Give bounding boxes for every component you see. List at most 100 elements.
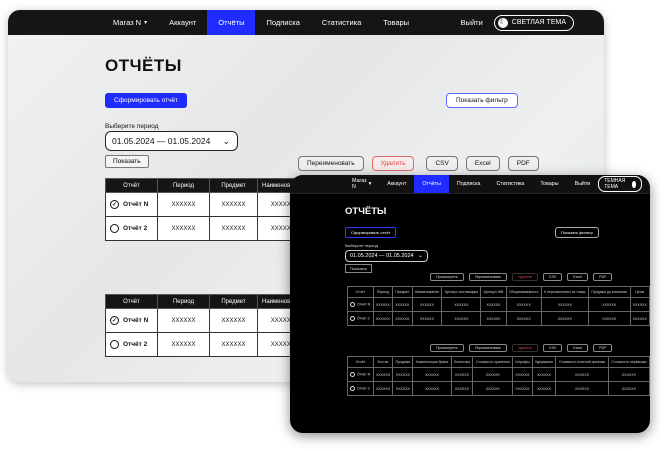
theme-toggle[interactable]: ☾ СВЕТЛАЯ ТЕМА bbox=[493, 14, 574, 31]
table-cell: XXXXXX bbox=[505, 311, 542, 326]
nav-account[interactable]: Аккаунт bbox=[158, 10, 207, 35]
report-name-cell[interactable]: Отчёт 2 bbox=[347, 381, 374, 396]
report-name-cell[interactable]: ✓ Отчёт N bbox=[105, 192, 158, 217]
checkmark-icon[interactable]: ✓ bbox=[110, 200, 119, 209]
table-cell: XXXXXX bbox=[392, 381, 414, 396]
rename-button[interactable]: Переименовать bbox=[298, 156, 364, 171]
checkmark-icon[interactable] bbox=[350, 302, 355, 307]
table-header-row: Отчёт Период Предмет Наименование bbox=[105, 294, 309, 309]
checkmark-icon[interactable]: ✓ bbox=[110, 316, 119, 325]
report-name-cell[interactable]: Отчёт 2 bbox=[105, 216, 158, 241]
logout-link[interactable]: Выйти bbox=[450, 10, 494, 35]
table-cell: XXXXXX bbox=[372, 367, 394, 382]
csv-button[interactable]: CSV bbox=[542, 344, 563, 352]
radio-icon[interactable] bbox=[110, 340, 119, 349]
radio-icon[interactable] bbox=[350, 316, 355, 321]
col-header: Оборачиваемость bbox=[505, 286, 542, 298]
period-select[interactable]: 01.05.2024 — 01.05.2024 ⌄ bbox=[345, 250, 428, 262]
table-cell: XXXXXX bbox=[392, 297, 413, 312]
table-row[interactable]: ✓ Отчёт N XXXXXX XXXXXX XXXXXX bbox=[105, 308, 309, 333]
theme-toggle[interactable]: ТЕМНАЯ ТЕМА bbox=[598, 176, 643, 192]
table-row[interactable]: Отчёт 2 XXXXXX XXXXXX XXXXXX XXXXXX XXXX… bbox=[347, 311, 650, 326]
show-filter-button[interactable]: Показать фильтр bbox=[555, 227, 599, 238]
table-cell: XXXXXX bbox=[512, 381, 533, 396]
table-cell: XXXXXX bbox=[607, 381, 650, 396]
nav-reports[interactable]: Отчёты bbox=[207, 10, 256, 35]
report-name-cell[interactable]: Отчёт N bbox=[347, 367, 374, 382]
report-name: Отчёт N bbox=[357, 372, 371, 377]
delete-button[interactable]: Удалить bbox=[512, 344, 538, 352]
table-cell: XXXXXX bbox=[540, 297, 589, 312]
table-row[interactable]: ✓ Отчёт N XXXXXX XXXXXX XXXXXX bbox=[105, 192, 309, 217]
report-name: Отчёт 2 bbox=[123, 341, 148, 349]
store-selector[interactable]: Магаз N ▾ bbox=[344, 175, 379, 193]
excel-button[interactable]: Excel bbox=[465, 156, 500, 171]
table-cell: XXXXXX bbox=[157, 332, 210, 357]
report-name-cell[interactable]: Отчёт 2 bbox=[105, 332, 158, 357]
table-row[interactable]: Отчёт 2 XXXXXX XXXXXX XXXXXX XXXXXX XXXX… bbox=[347, 381, 650, 396]
period-select[interactable]: 01.05.2024 — 01.05.2024 ⌄ bbox=[105, 131, 238, 151]
delete-button[interactable]: Удалить bbox=[512, 273, 538, 281]
report-name: Отчёт N bbox=[357, 302, 371, 307]
report-name-cell[interactable]: Отчёт 2 bbox=[347, 311, 374, 326]
report-actions-2: Просмотреть Переименовать Удалить CSV Ex… bbox=[430, 344, 613, 352]
col-header: К перечислению за товар bbox=[540, 286, 589, 298]
nav-reports[interactable]: Отчёты bbox=[414, 175, 449, 193]
col-header: Предмет bbox=[392, 286, 413, 298]
col-header: Стоимость платной приемки bbox=[555, 356, 609, 368]
pdf-button[interactable]: PDF bbox=[593, 344, 613, 352]
report-name-cell[interactable]: Отчёт N bbox=[347, 297, 374, 312]
csv-button[interactable]: CSV bbox=[426, 156, 458, 171]
store-selector[interactable]: Магаз N ▾ bbox=[102, 10, 158, 35]
report-name-cell[interactable]: ✓ Отчёт N bbox=[105, 308, 158, 333]
table-cell: XXXXXX bbox=[472, 381, 514, 396]
nav-statistics[interactable]: Статистика bbox=[311, 10, 372, 35]
table-cell: XXXXXX bbox=[209, 216, 258, 241]
table-cell: XXXXXX bbox=[450, 367, 474, 382]
csv-button[interactable]: CSV bbox=[542, 273, 563, 281]
radio-icon[interactable] bbox=[350, 386, 355, 391]
rename-button[interactable]: Переименовать bbox=[468, 273, 508, 281]
col-header: Период bbox=[157, 294, 210, 309]
table-row[interactable]: Отчёт N XXXXXX XXXXXX XXXXXX XXXXXX XXXX… bbox=[347, 367, 650, 382]
report-name: Отчёт N bbox=[123, 317, 149, 325]
nav-products[interactable]: Товары bbox=[372, 10, 420, 35]
table-row[interactable]: Отчёт 2 XXXXXX XXXXXX XXXXXX bbox=[105, 216, 309, 241]
nav-subscription[interactable]: Подписка bbox=[255, 10, 310, 35]
col-header: Удержания bbox=[531, 356, 557, 368]
table-cell: XXXXXX bbox=[157, 308, 210, 333]
table-cell: XXXXXX bbox=[607, 367, 650, 382]
nav-statistics[interactable]: Статистика bbox=[489, 175, 533, 193]
radio-icon[interactable] bbox=[110, 224, 119, 233]
delete-button[interactable]: Удалить bbox=[371, 156, 415, 171]
table-cell: XXXXXX bbox=[412, 367, 452, 382]
col-header: Стоимость хранения bbox=[472, 356, 514, 368]
excel-button[interactable]: Excel bbox=[567, 344, 589, 352]
logout-link[interactable]: Выйти bbox=[567, 175, 599, 193]
col-header: Штрафы bbox=[512, 356, 533, 368]
show-filter-button[interactable]: Показать фильтр bbox=[446, 93, 518, 108]
period-label: Выберите период bbox=[345, 243, 378, 248]
page-title: ОТЧЁТЫ bbox=[105, 56, 182, 75]
report-name: Отчёт 2 bbox=[357, 316, 370, 321]
pdf-button[interactable]: PDF bbox=[593, 273, 613, 281]
table-row[interactable]: Отчёт N XXXXXX XXXXXX XXXXXX XXXXXX XXXX… bbox=[347, 297, 650, 312]
generate-report-button[interactable]: Сформировать отчёт bbox=[345, 227, 397, 238]
nav-subscription[interactable]: Подписка bbox=[449, 175, 489, 193]
generate-report-button[interactable]: Сформировать отчёт bbox=[105, 93, 188, 108]
rename-button[interactable]: Переименовать bbox=[468, 344, 508, 352]
view-button[interactable]: Просмотреть bbox=[430, 344, 464, 352]
show-button[interactable]: Показать bbox=[345, 264, 373, 273]
checkmark-icon[interactable] bbox=[350, 372, 355, 377]
table-cell: XXXXXX bbox=[157, 192, 210, 217]
pdf-button[interactable]: PDF bbox=[507, 156, 539, 171]
excel-button[interactable]: Excel bbox=[567, 273, 589, 281]
show-button[interactable]: Показать bbox=[105, 155, 149, 168]
col-header: Период bbox=[157, 178, 210, 193]
theme-toggle-label: СВЕТЛАЯ ТЕМА bbox=[511, 19, 566, 26]
nav-account[interactable]: Аккаунт bbox=[379, 175, 414, 193]
table-row[interactable]: Отчёт 2 XXXXXX XXXXXX XXXXXX bbox=[105, 332, 309, 357]
view-button[interactable]: Просмотреть bbox=[430, 273, 464, 281]
moon-icon: ☾ bbox=[497, 17, 508, 28]
nav-products[interactable]: Товары bbox=[532, 175, 566, 193]
